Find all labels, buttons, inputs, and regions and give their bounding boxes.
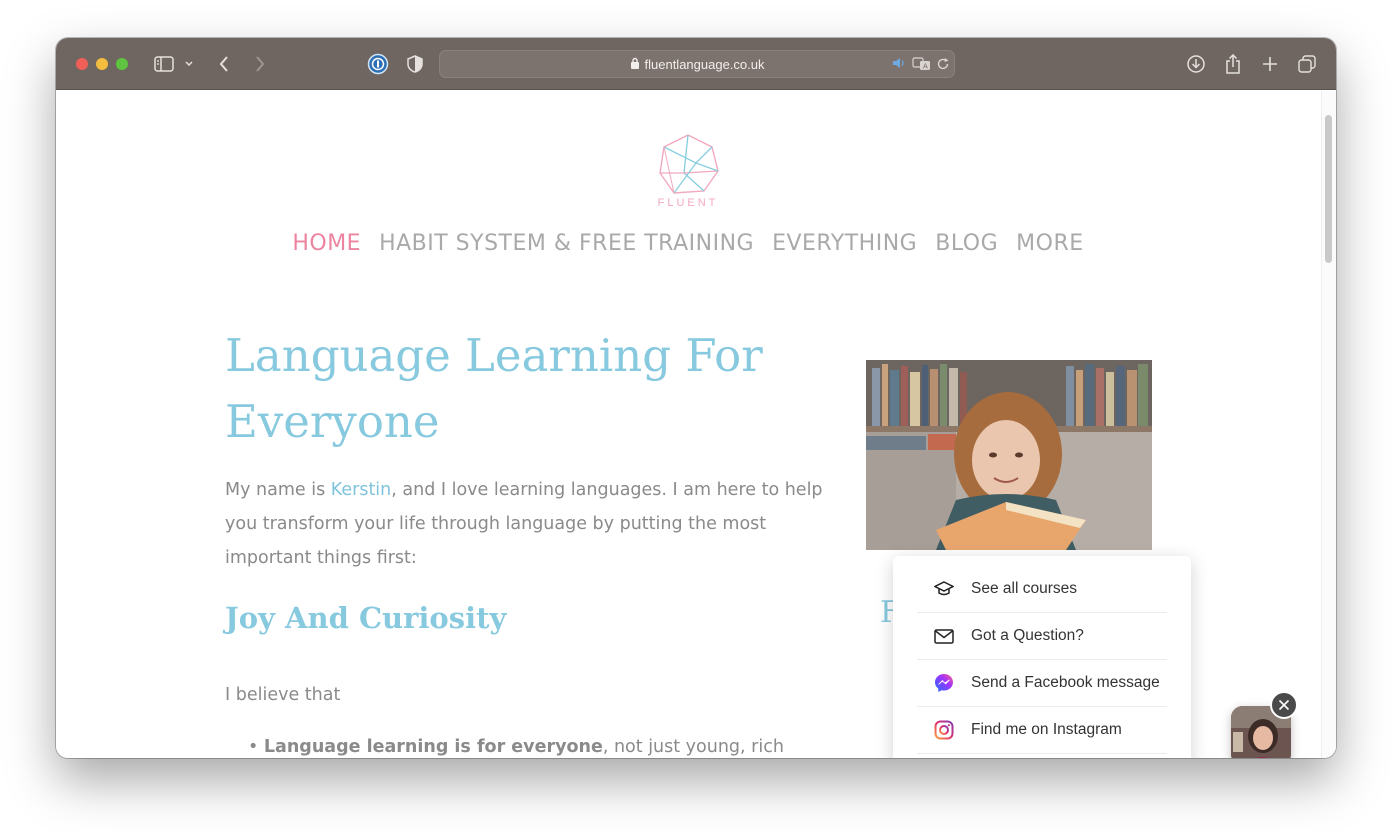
page-scrollbar[interactable] bbox=[1321, 91, 1336, 758]
intro-paragraph: My name is Kerstin, and I love learning … bbox=[225, 473, 835, 575]
reload-icon[interactable] bbox=[936, 57, 950, 71]
lock-icon bbox=[630, 57, 640, 72]
minimize-window-button[interactable] bbox=[96, 58, 108, 70]
contact-popup: See all courses Got a Question? Send a F… bbox=[893, 556, 1191, 758]
scrollbar-thumb[interactable] bbox=[1325, 115, 1332, 263]
popup-item-label: Got a Question? bbox=[971, 627, 1084, 644]
translate-icon[interactable]: A bbox=[912, 57, 932, 71]
page-title: Language Learning For Everyone bbox=[225, 329, 763, 448]
privacy-shield-icon[interactable] bbox=[404, 52, 426, 76]
browser-window: fluentlanguage.co.uk A FLUENT HOME HABIT… bbox=[56, 38, 1336, 758]
close-window-button[interactable] bbox=[76, 58, 88, 70]
nav-item-everything[interactable]: EVERYTHING bbox=[772, 231, 917, 256]
belief-paragraph: I believe that bbox=[225, 685, 341, 705]
back-icon[interactable] bbox=[214, 52, 234, 76]
kerstin-link[interactable]: Kerstin bbox=[331, 480, 392, 500]
popup-item-label: Find me on Instagram bbox=[971, 721, 1122, 738]
bullet-bold-text: Language learning is for everyone bbox=[263, 737, 603, 757]
chevron-down-icon[interactable] bbox=[182, 52, 196, 76]
kerstin-photo bbox=[866, 360, 1152, 550]
popup-item-label: Send a Facebook message bbox=[971, 674, 1160, 691]
svg-text:A: A bbox=[923, 63, 928, 71]
address-bar[interactable]: fluentlanguage.co.uk A bbox=[439, 50, 955, 78]
nav-item-blog[interactable]: BLOG bbox=[935, 231, 998, 256]
nav-item-more[interactable]: MORE bbox=[1016, 231, 1083, 256]
popup-item-see-courses[interactable]: See all courses bbox=[917, 566, 1167, 613]
url-text: fluentlanguage.co.uk bbox=[644, 56, 765, 72]
envelope-icon bbox=[933, 625, 955, 647]
zoom-window-button[interactable] bbox=[116, 58, 128, 70]
logo-text: FLUENT bbox=[657, 197, 719, 209]
share-icon[interactable] bbox=[1222, 52, 1244, 76]
close-chat-button[interactable] bbox=[1270, 691, 1298, 719]
intro-text-start: My name is bbox=[225, 480, 331, 500]
close-icon bbox=[1278, 699, 1290, 711]
graduation-cap-icon bbox=[933, 578, 955, 600]
instagram-icon bbox=[933, 719, 955, 741]
web-page: FLUENT HOME HABIT SYSTEM & FREE TRAINING… bbox=[56, 91, 1336, 758]
section-heading: Joy And Curiosity bbox=[225, 601, 507, 635]
password-manager-icon[interactable] bbox=[366, 52, 390, 76]
bullet-rest-text: , not just young, rich bbox=[602, 737, 784, 757]
messenger-icon bbox=[933, 672, 955, 694]
audio-icon[interactable] bbox=[892, 57, 906, 69]
tab-overview-icon[interactable] bbox=[1296, 52, 1318, 76]
popup-item-question[interactable]: Got a Question? bbox=[917, 613, 1167, 660]
sidebar-toggle-icon[interactable] bbox=[152, 52, 176, 76]
main-nav: HOME HABIT SYSTEM & FREE TRAINING EVERYT… bbox=[56, 231, 1320, 256]
nav-item-habit-system[interactable]: HABIT SYSTEM & FREE TRAINING bbox=[379, 231, 754, 256]
forward-icon[interactable] bbox=[250, 52, 270, 76]
popup-item-instagram[interactable]: Find me on Instagram bbox=[917, 707, 1167, 754]
new-tab-icon[interactable] bbox=[1260, 52, 1280, 76]
popup-item-label: See all courses bbox=[971, 580, 1077, 597]
popup-item-facebook[interactable]: Send a Facebook message bbox=[917, 660, 1167, 707]
list-item: • Language learning is for everyone, not… bbox=[248, 737, 784, 757]
nav-item-home[interactable]: HOME bbox=[292, 231, 361, 256]
browser-toolbar: fluentlanguage.co.uk A bbox=[56, 38, 1336, 90]
downloads-icon[interactable] bbox=[1184, 52, 1208, 76]
